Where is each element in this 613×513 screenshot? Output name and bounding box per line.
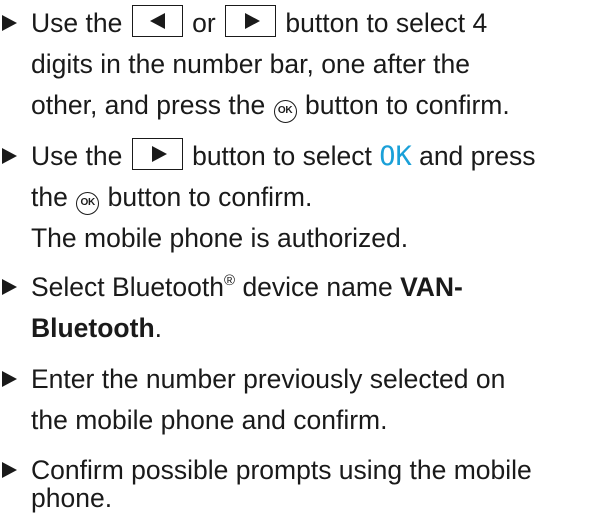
bullet-triangle-icon [2,148,17,164]
ok-button-icon: OK [273,100,297,123]
device-name: VAN- [400,272,463,302]
step-line: the mobile phone and confirm. [31,405,388,435]
display-ok-text: OK [379,141,412,172]
step-result: The mobile phone is authorized. [31,223,409,253]
step-line: the OK button to confirm. [31,178,312,216]
device-name: Bluetooth [31,313,155,343]
ok-button-icon: OK [76,192,100,215]
step-line: Select Bluetooth® device name VAN- [31,272,463,302]
bullet-triangle-icon [2,15,17,31]
step-line: digits in the number bar, one after the [31,49,470,79]
bullet-triangle-icon [2,279,17,295]
right-arrow-button-icon [131,138,183,170]
step-line: other, and press the OK button to confir… [31,86,510,124]
step-line: Bluetooth. [31,313,163,343]
registered-mark: ® [224,272,236,289]
step-line: Use the button to select OK and press [31,137,535,176]
bullet-triangle-icon [2,371,17,387]
left-arrow-button-icon [131,5,183,37]
right-arrow-button-icon [225,5,277,37]
step-line: Use the or button to select 4 [31,4,487,42]
step-line: phone. [31,483,113,513]
step-line: Enter the number previously selected on [31,364,506,394]
instruction-list: Use the or button to select 4 digits in … [0,0,613,513]
bullet-triangle-icon [2,462,17,478]
